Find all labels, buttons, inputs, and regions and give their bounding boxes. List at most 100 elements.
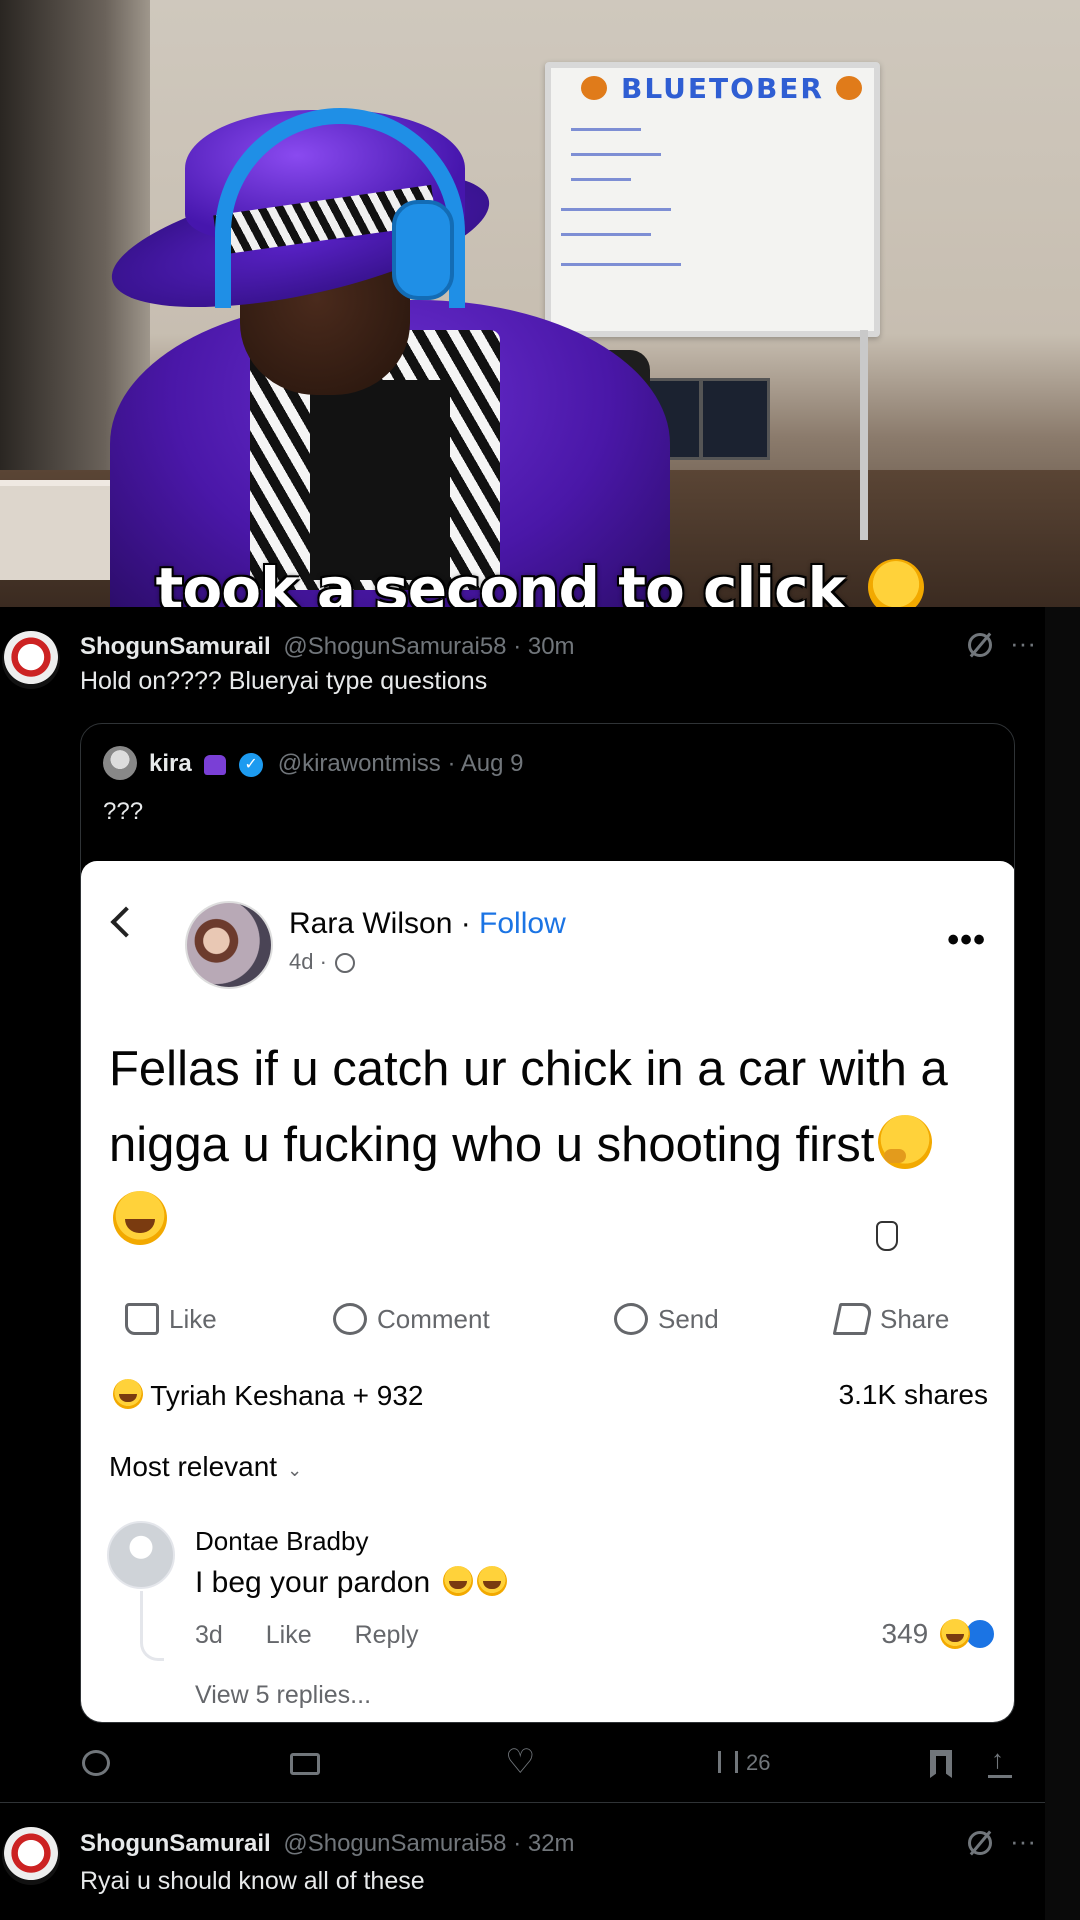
comment-time: 3d [195,1621,223,1649]
tweet-header: ShogunSamurail @ShogunSamurai58 · 30m [80,633,575,660]
tweet-controls: ··· [968,628,1036,659]
pumpkin-icon [836,76,862,100]
bookmark-icon [930,1750,952,1778]
caption-text: took a second to click [155,555,846,607]
monitor [700,378,770,460]
loudly-crying-face-icon [868,559,925,607]
chevron-down-icon: ⌄ [287,1460,303,1480]
display-name[interactable]: ShogunSamurail [80,1830,271,1857]
whiteboard-title: BLUETOBER [621,72,824,105]
views-count: 26 [746,1750,771,1775]
grok-icon[interactable] [968,633,993,658]
more-icon[interactable]: ··· [1010,628,1036,658]
comment-like: Like [265,1621,312,1649]
tweet-text: Ryai u should know all of these [80,1867,425,1895]
comment-reply: Reply [354,1621,419,1649]
avatar[interactable] [2,1827,60,1885]
whiteboard-scribble [571,178,631,181]
whiteboard: BLUETOBER [545,62,880,337]
whiteboard-stand [860,330,868,540]
hand-cursor-icon [876,1221,898,1251]
share-button: Share [832,1303,949,1335]
streamer-shirt [310,380,450,580]
heart-icon [505,1742,535,1782]
whiteboard-scribble [561,208,671,211]
globe-icon [335,953,356,974]
commenter-name: Dontae Bradby [195,1526,369,1556]
thinking-face-icon [878,1115,933,1169]
whiteboard-scribble [561,263,681,266]
reply-button[interactable] [82,1750,110,1776]
laughing-face-icon [476,1566,507,1596]
share-icon [832,1303,874,1335]
avatar [185,901,273,989]
like-button[interactable] [505,1742,535,1782]
quoted-tweet[interactable]: kira ✓ @kirawontmiss · Aug 9 ??? Rara Wi… [80,723,1015,1723]
thread-line [140,1591,164,1661]
comment-reaction-count: 349 [882,1618,996,1650]
headphone-cup [392,200,454,300]
post-actions: Like Comment Send Share [81,1303,1014,1347]
share-count: 3.1K shares [838,1379,988,1410]
like-button: Like [125,1303,217,1335]
comment-meta: 3d Like Reply [195,1621,455,1650]
bar-chart-icon [718,1751,738,1773]
avatar[interactable] [2,631,60,689]
reply-icon [82,1750,110,1776]
post-time: 4d · [289,949,356,975]
reaction-summary: Tyriah Keshana + 932 [109,1379,423,1412]
laughing-face-icon [113,1379,143,1409]
follow-link: Follow [479,907,566,940]
grok-icon[interactable] [968,1831,993,1856]
quote-header: kira ✓ @kirawontmiss · Aug 9 [149,750,524,777]
stream-video-frame: BLUETOBER took a second to click [0,0,1080,607]
messenger-icon [614,1303,648,1335]
comment-sort: Most relevant ⌄ [109,1451,303,1482]
display-name[interactable]: ShogunSamurail [80,633,271,660]
author-name: Rara Wilson [289,907,453,940]
laughing-face-icon [442,1566,473,1596]
tweet-divider [0,1802,1045,1803]
send-button: Send [614,1303,719,1335]
whiteboard-scribble [561,233,651,236]
tweet-action-bar: 26 [0,1742,1045,1782]
share-button[interactable] [988,1744,1012,1778]
facebook-post-screenshot[interactable]: Rara Wilson · Follow 4d · ••• Fellas if … [81,861,1014,1722]
laughing-face-icon [940,1619,970,1649]
video-caption: took a second to click [0,555,1080,607]
thumbs-up-icon [125,1303,159,1335]
tweet-text: Hold on???? Blueryai type questions [80,667,488,695]
retweet-icon [290,1753,320,1775]
retweet-button[interactable] [290,1750,320,1775]
tweet-header: ShogunSamurail @ShogunSamurai58 · 32m [80,1830,575,1857]
timestamp[interactable]: 32m [528,1830,575,1857]
laughing-face-icon [113,1191,167,1245]
view-replies: View 5 replies... [195,1681,372,1709]
timestamp[interactable]: 30m [528,633,575,660]
commenter-avatar [107,1521,175,1589]
tweet-controls: ··· [968,1826,1036,1857]
feed-edge [1045,607,1080,1920]
alien-icon [204,754,227,775]
views-button[interactable]: 26 [718,1750,770,1776]
pumpkin-icon [581,76,607,100]
more-icon[interactable]: ··· [1010,1826,1036,1856]
back-chevron-icon [110,906,142,938]
avatar[interactable] [103,746,137,780]
whiteboard-scribble [571,153,661,156]
timestamp[interactable]: Aug 9 [461,750,524,777]
quote-text: ??? [103,798,144,825]
comment-button: Comment [333,1303,490,1335]
handle[interactable]: @ShogunSamurai58 [283,633,506,660]
post-author: Rara Wilson · Follow [289,907,566,940]
more-icon: ••• [947,921,986,959]
handle[interactable]: @ShogunSamurai58 [283,1830,506,1857]
comment-text: I beg your pardon [195,1566,507,1600]
whiteboard-scribble [571,128,641,131]
verified-badge-icon: ✓ [239,752,264,777]
bookmark-button[interactable] [930,1750,952,1778]
share-icon [988,1744,1012,1778]
comment-icon [333,1303,367,1335]
handle[interactable]: @kirawontmiss [278,750,441,777]
display-name[interactable]: kira [149,750,192,777]
